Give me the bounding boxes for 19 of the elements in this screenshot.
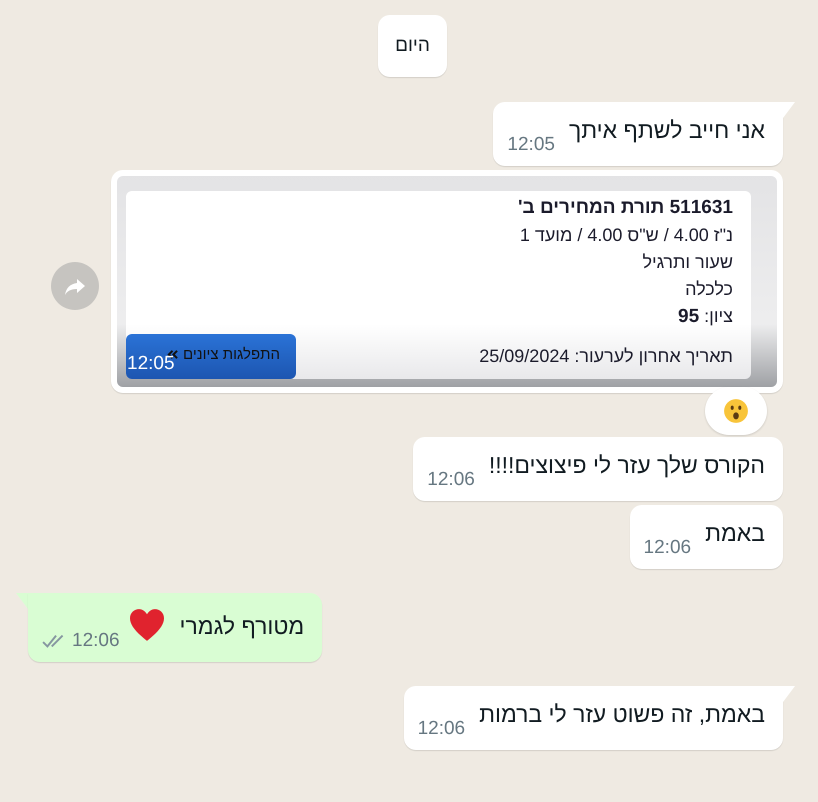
message-text: באמת bbox=[705, 520, 765, 547]
message-text: אני חייב לשתף איתך bbox=[568, 117, 765, 144]
message-text: באמת, זה פשוט עזר לי ברמות bbox=[479, 701, 765, 728]
course-detail: נ"ז 4.00 / ש"ס 4.00 / מועד 1 bbox=[518, 225, 733, 246]
message-time: 12:06 bbox=[418, 718, 466, 740]
message-time: 12:05 bbox=[507, 134, 555, 156]
course-detail: כלכלה bbox=[684, 279, 733, 300]
message-text: הקורס שלך עזר לי פיצוצים!!!! bbox=[488, 452, 765, 479]
message-text: מטורף לגמרי bbox=[180, 613, 304, 640]
reaction-badge[interactable] bbox=[705, 387, 767, 435]
course-detail: שעור ותרגיל bbox=[641, 252, 733, 273]
message-time: 12:06 bbox=[72, 630, 120, 652]
course-title: 511631 תורת המחירים ב' bbox=[517, 197, 733, 219]
surprised-emoji-icon bbox=[723, 398, 749, 424]
message-time: 12:06 bbox=[427, 469, 475, 491]
appeal-date: תאריך אחרון לערעור: 25/09/2024 bbox=[479, 346, 733, 367]
forward-button[interactable] bbox=[51, 262, 99, 310]
message-time: 12:05 bbox=[127, 353, 175, 375]
message-time: 12:06 bbox=[644, 537, 692, 559]
